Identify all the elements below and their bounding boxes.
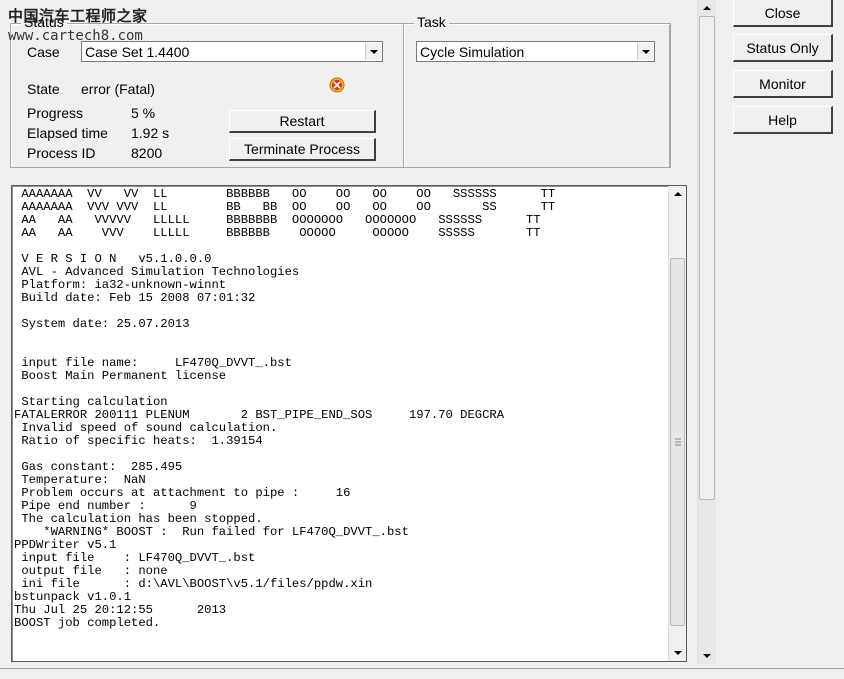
console-output[interactable]: AAAAAAA VV VV LL BBBBBB OO OO OO OO SSSS… xyxy=(11,185,687,662)
progress-label: Progress xyxy=(27,105,84,121)
console-scrollbar[interactable] xyxy=(668,186,686,661)
progress-value: 5 % xyxy=(131,105,156,121)
task-select[interactable]: Cycle Simulation xyxy=(416,41,655,62)
console-text: AAAAAAA VV VV LL BBBBBB OO OO OO OO SSSS… xyxy=(14,187,556,630)
chevron-down-icon[interactable] xyxy=(637,43,653,60)
chevron-down-icon[interactable] xyxy=(365,43,381,60)
process-id-label: Process ID xyxy=(27,145,96,161)
elapsed-time-value: 1.92 s xyxy=(131,125,170,141)
case-label: Case xyxy=(27,44,60,60)
elapsed-time-label: Elapsed time xyxy=(27,125,108,141)
case-select-value: Case Set 1.4400 xyxy=(85,44,190,60)
close-button[interactable]: Close xyxy=(733,0,833,27)
scroll-up-icon[interactable] xyxy=(698,0,716,16)
watermark-url: www.cartech8.com xyxy=(8,28,143,44)
scroll-down-icon[interactable] xyxy=(669,645,686,661)
task-group-title: Task xyxy=(414,14,449,30)
bottom-divider xyxy=(0,668,844,669)
restart-button[interactable]: Restart xyxy=(229,110,376,133)
scrollbar-thumb[interactable] xyxy=(670,258,685,626)
watermark: 中国汽车工程师之家 www.cartech8.com xyxy=(8,6,148,46)
process-id-value: 8200 xyxy=(131,145,163,161)
scroll-down-icon[interactable] xyxy=(698,648,716,664)
monitor-button[interactable]: Monitor xyxy=(733,70,833,98)
window-scrollbar[interactable] xyxy=(697,0,716,664)
error-icon xyxy=(329,77,345,93)
task-select-value: Cycle Simulation xyxy=(420,44,525,60)
state-label: State xyxy=(27,81,60,97)
window-scrollbar-thumb[interactable] xyxy=(699,16,715,500)
status-only-button[interactable]: Status Only xyxy=(733,34,833,62)
help-button[interactable]: Help xyxy=(733,106,833,134)
state-value: error (Fatal) xyxy=(81,81,155,97)
terminate-process-button[interactable]: Terminate Process xyxy=(229,138,376,161)
watermark-title: 中国汽车工程师之家 xyxy=(8,7,148,25)
scroll-up-icon[interactable] xyxy=(669,186,686,202)
